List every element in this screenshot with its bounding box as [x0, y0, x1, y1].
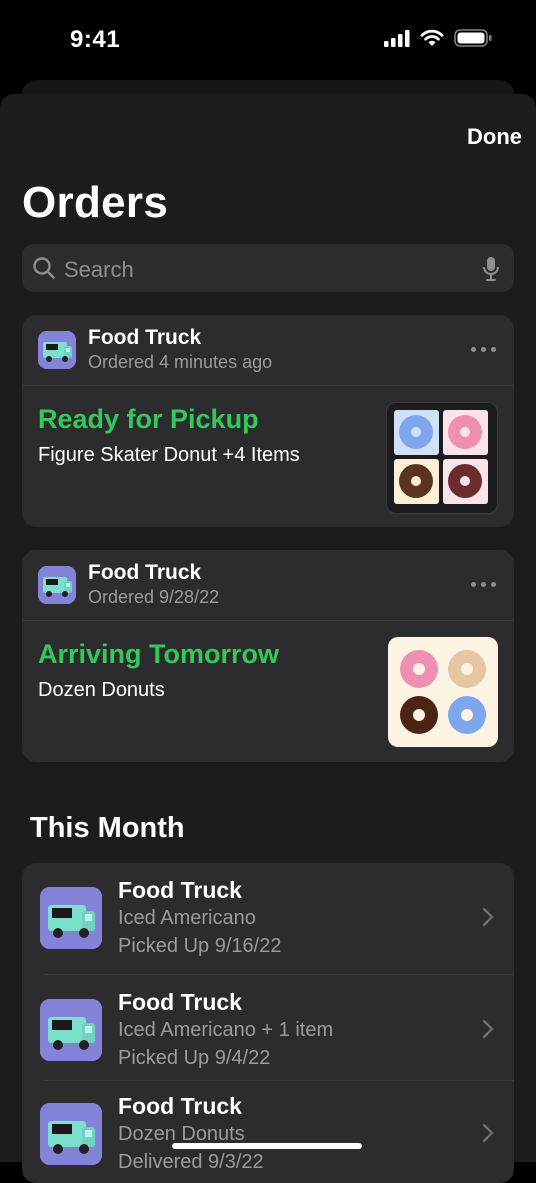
signal-icon — [384, 29, 410, 47]
search-icon — [33, 257, 55, 279]
status-icons — [384, 29, 492, 47]
order-status: Ready for Pickup — [38, 404, 259, 434]
order-card-body: Arriving Tomorrow Dozen Donuts — [22, 621, 514, 761]
order-items: Dozen Donuts — [38, 679, 165, 701]
list-item[interactable]: Food Truck Dozen Donuts Delivered 9/3/22 — [22, 1079, 514, 1183]
order-card[interactable]: Food Truck Ordered 4 minutes ago Ready f… — [22, 315, 514, 527]
chevron-right-icon — [482, 907, 494, 927]
chevron-right-icon — [482, 1019, 494, 1039]
row-items: Iced Americano — [118, 907, 256, 929]
list-item[interactable]: Food Truck Iced Americano + 1 item Picke… — [22, 975, 514, 1083]
past-orders-list: Food Truck Iced Americano Picked Up 9/16… — [22, 863, 514, 1183]
row-status: Picked Up 9/16/22 — [118, 935, 282, 957]
order-card-header: Food Truck Ordered 4 minutes ago — [22, 315, 514, 385]
dozen-donuts-thumbnail — [388, 637, 498, 747]
order-card-body: Ready for Pickup Figure Skater Donut +4 … — [22, 386, 514, 526]
more-icon[interactable] — [471, 582, 496, 587]
list-item[interactable]: Food Truck Iced Americano Picked Up 9/16… — [22, 863, 514, 971]
row-status: Delivered 9/3/22 — [118, 1151, 264, 1173]
row-vendor: Food Truck — [118, 1093, 242, 1119]
chevron-right-icon — [482, 1123, 494, 1143]
microphone-icon[interactable] — [482, 256, 500, 282]
home-indicator — [172, 1143, 362, 1149]
row-status: Picked Up 9/4/22 — [118, 1047, 271, 1069]
done-button[interactable]: Done — [467, 124, 522, 150]
order-time: Ordered 4 minutes ago — [88, 352, 273, 372]
order-time: Ordered 9/28/22 — [88, 587, 220, 607]
search-field[interactable]: Search — [22, 244, 514, 292]
row-items: Iced Americano + 1 item — [118, 1019, 334, 1041]
row-vendor: Food Truck — [118, 877, 242, 903]
more-icon[interactable] — [471, 347, 496, 352]
order-vendor: Food Truck — [88, 326, 202, 349]
order-vendor: Food Truck — [88, 561, 202, 584]
food-truck-icon — [40, 1103, 102, 1165]
status-bar: 9:41 — [0, 0, 536, 80]
section-title: This Month — [30, 812, 185, 844]
battery-icon — [454, 29, 492, 47]
status-time: 9:41 — [70, 26, 121, 53]
order-items: Figure Skater Donut +4 Items — [38, 444, 300, 466]
search-placeholder: Search — [64, 257, 134, 282]
wifi-icon — [420, 29, 444, 46]
food-truck-icon — [40, 887, 102, 949]
food-truck-icon — [38, 566, 76, 604]
donut-grid-thumbnail — [386, 402, 498, 514]
order-status: Arriving Tomorrow — [38, 639, 280, 669]
order-card[interactable]: Food Truck Ordered 9/28/22 Arriving Tomo… — [22, 550, 514, 762]
food-truck-icon — [38, 331, 76, 369]
page-title: Orders — [22, 178, 169, 227]
food-truck-icon — [40, 999, 102, 1061]
order-card-header: Food Truck Ordered 9/28/22 — [22, 550, 514, 620]
row-vendor: Food Truck — [118, 989, 242, 1015]
